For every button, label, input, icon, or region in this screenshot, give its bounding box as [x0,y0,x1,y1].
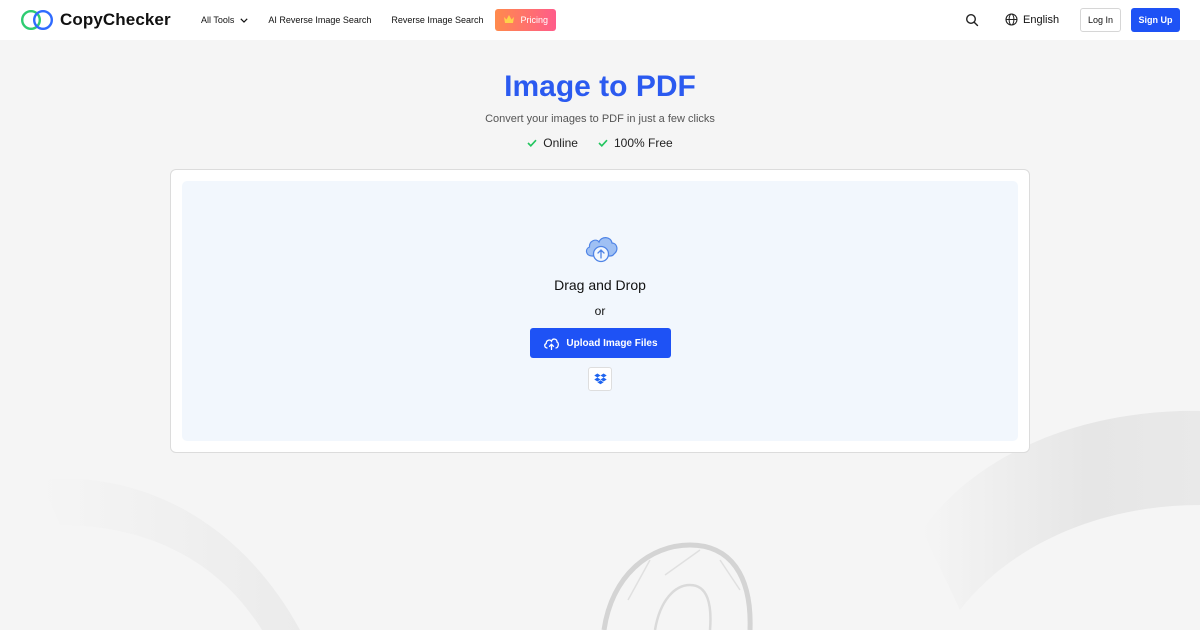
nav-all-tools[interactable]: All Tools [201,15,248,25]
page-title: Image to PDF [504,70,696,103]
dropbox-upload-button[interactable] [588,367,612,391]
brand-name: CopyChecker [60,10,171,29]
nav-ai-reverse-image-search[interactable]: AI Reverse Image Search [268,15,371,25]
cloud-upload-icon [544,337,560,350]
search-button[interactable] [965,13,979,27]
dropbox-icon [593,373,607,385]
language-selector[interactable]: English [1005,13,1059,26]
language-label: English [1023,13,1060,26]
nav-reverse-image-search[interactable]: Reverse Image Search [391,15,483,25]
chevron-down-icon [240,15,248,25]
top-navigation-bar: CopyChecker All Tools AI Reverse Image S… [0,0,1200,40]
login-button[interactable]: Log In [1080,8,1121,32]
search-icon [965,13,979,27]
upload-image-files-button[interactable]: Upload Image Files [530,328,671,358]
file-dropzone[interactable]: Drag and Drop or Upload Image Files [182,181,1018,441]
main-nav: All Tools AI Reverse Image Search Revers… [201,0,556,40]
check-icon [527,139,537,147]
pricing-button[interactable]: Pricing [495,9,556,31]
check-icon [598,139,608,147]
brand-logo[interactable]: CopyChecker [20,9,171,31]
feature-online: Online [527,136,578,150]
cloud-upload-icon [585,237,618,263]
globe-icon [1005,13,1018,26]
feature-label: Online [543,136,578,150]
signup-button[interactable]: Sign Up [1131,8,1180,32]
feature-label: 100% Free [613,136,673,150]
drag-and-drop-text: Drag and Drop [554,277,646,293]
or-separator: or [594,304,606,318]
pricing-label: Pricing [520,15,548,25]
feature-list: Online 100% Free [0,136,1200,150]
nav-all-tools-label: All Tools [201,15,235,25]
crown-icon [503,14,515,26]
two-rings-logo-icon [20,9,54,31]
page-subtitle: Convert your images to PDF in just a few… [485,113,715,125]
upload-button-label: Upload Image Files [566,337,658,349]
feature-free: 100% Free [598,136,673,150]
upload-card: Drag and Drop or Upload Image Files [170,169,1030,453]
